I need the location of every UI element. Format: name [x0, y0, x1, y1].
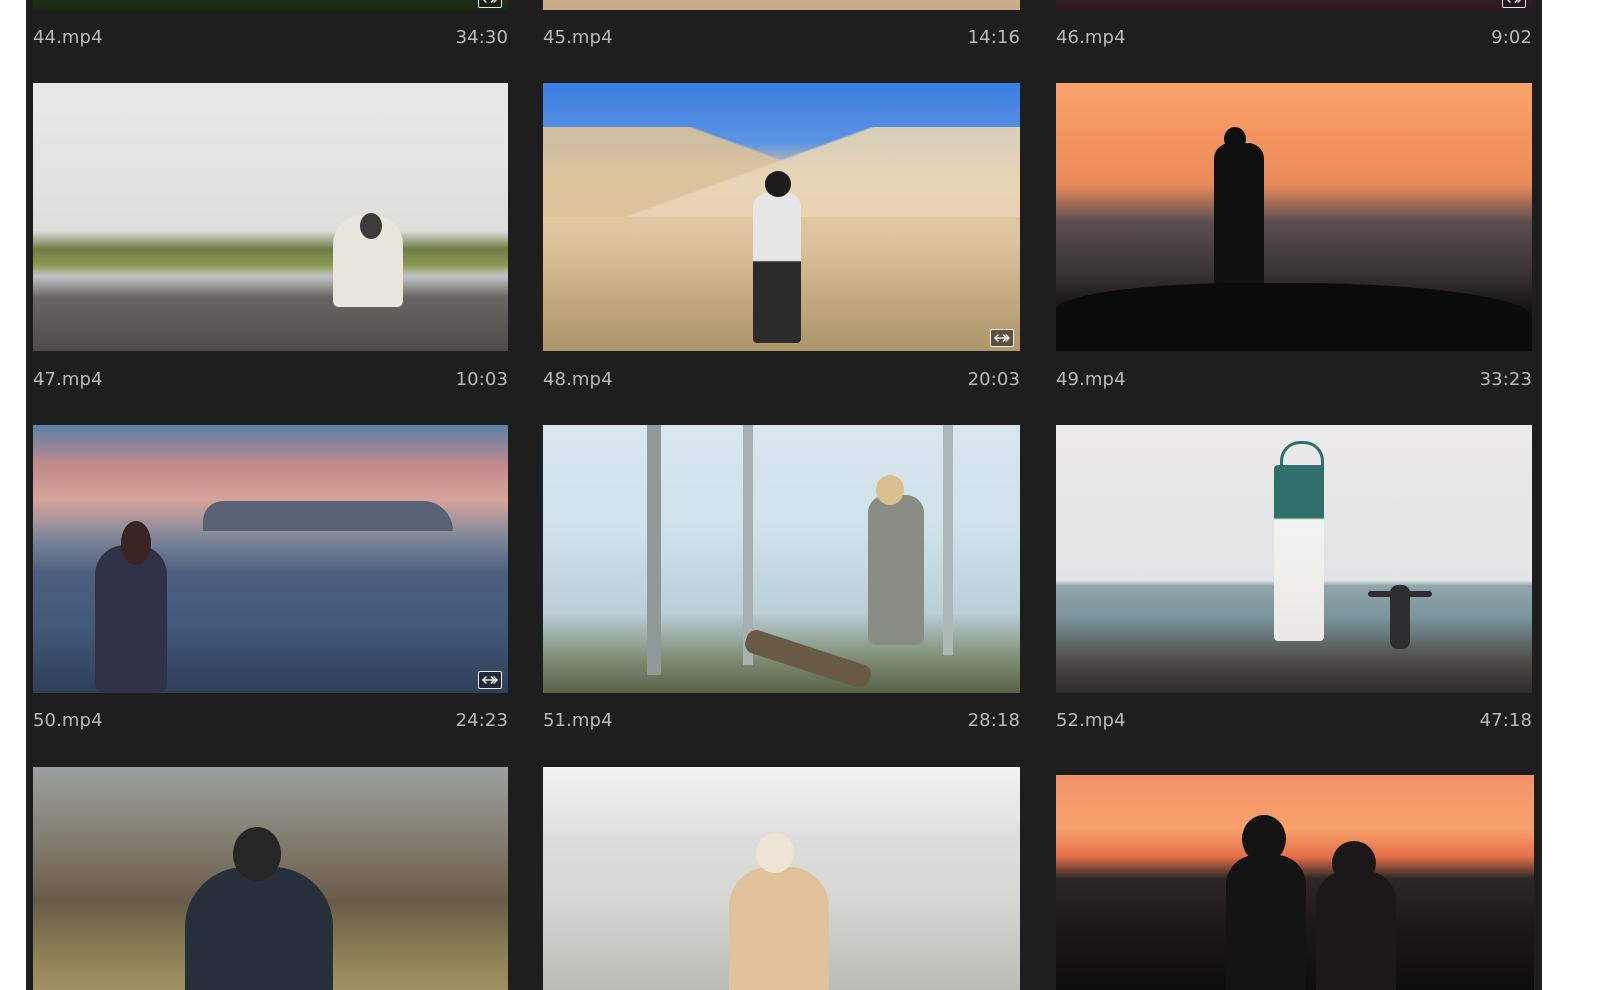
person-figure	[729, 867, 829, 990]
clip-name[interactable]: 44.mp4	[33, 27, 103, 48]
clip-thumbnail[interactable]	[543, 425, 1020, 693]
person-figure	[185, 867, 333, 990]
person-head	[121, 521, 151, 565]
person-head	[876, 475, 904, 505]
person-head	[233, 827, 281, 881]
clip-thumbnail[interactable]	[33, 767, 508, 990]
clip-name[interactable]: 51.mp4	[543, 710, 613, 731]
person-figure	[868, 495, 924, 645]
person-head	[756, 833, 794, 873]
lighthouse-lantern	[1280, 441, 1324, 470]
clip-caption: 48.mp4 20:03	[543, 369, 1020, 393]
clip-caption: 45.mp4 14:16	[543, 27, 1020, 51]
media-bin-panel: 44.mp4 34:30 45.mp4 14:16 46.mp4 9:02 47…	[26, 0, 1542, 990]
rock-silhouette	[1056, 283, 1532, 351]
clip-thumbnail[interactable]	[543, 83, 1020, 351]
person-figure	[95, 545, 167, 693]
tree-trunk	[743, 425, 753, 665]
person-silhouette	[1316, 871, 1396, 990]
person-silhouette	[1226, 855, 1306, 990]
clip-duration: 10:03	[455, 369, 508, 390]
clip-thumbnail[interactable]	[33, 0, 508, 10]
clip-thumbnail[interactable]	[1056, 0, 1532, 10]
clip-thumbnail[interactable]	[33, 425, 508, 693]
clip-duration: 28:18	[967, 710, 1020, 731]
person-silhouette	[1214, 143, 1264, 293]
log	[742, 627, 874, 691]
person-head	[1224, 127, 1246, 151]
clip-thumbnail[interactable]	[543, 0, 1020, 10]
clip-caption: 50.mp4 24:23	[33, 710, 508, 734]
clip-thumbnail[interactable]	[1056, 425, 1532, 693]
clip-thumbnail[interactable]	[543, 767, 1020, 990]
person-arms	[1368, 591, 1432, 597]
clip-duration: 9:02	[1491, 27, 1532, 48]
clip-name[interactable]: 48.mp4	[543, 369, 613, 390]
clip-name[interactable]: 47.mp4	[33, 369, 103, 390]
person-figure	[753, 193, 801, 343]
speed-ramp-icon	[478, 671, 502, 689]
person-head	[360, 213, 382, 239]
clip-caption: 46.mp4 9:02	[1056, 27, 1532, 51]
clip-duration: 20:03	[967, 369, 1020, 390]
speed-ramp-icon	[1502, 0, 1526, 8]
speed-ramp-icon	[990, 329, 1014, 347]
person-head	[1332, 841, 1376, 885]
clip-duration: 34:30	[455, 27, 508, 48]
clip-duration: 47:18	[1479, 710, 1532, 731]
clip-name[interactable]: 49.mp4	[1056, 369, 1126, 390]
clip-name[interactable]: 52.mp4	[1056, 710, 1126, 731]
clip-thumbnail[interactable]	[1056, 83, 1532, 351]
clip-caption: 44.mp4 34:30	[33, 27, 508, 51]
clip-name[interactable]: 46.mp4	[1056, 27, 1126, 48]
clip-duration: 14:16	[967, 27, 1020, 48]
lighthouse	[1274, 465, 1324, 641]
clip-caption: 51.mp4 28:18	[543, 710, 1020, 734]
person-head	[1242, 815, 1286, 863]
clip-caption: 52.mp4 47:18	[1056, 710, 1532, 734]
clip-thumbnail[interactable]	[1056, 775, 1534, 990]
clip-caption: 49.mp4 33:23	[1056, 369, 1532, 393]
person-head	[765, 171, 791, 197]
mountain-silhouette	[203, 501, 453, 531]
clip-duration: 24:23	[455, 710, 508, 731]
speed-ramp-icon	[478, 0, 502, 8]
clip-duration: 33:23	[1479, 369, 1532, 390]
tree-trunk	[647, 425, 661, 675]
clip-name[interactable]: 50.mp4	[33, 710, 103, 731]
clip-caption: 47.mp4 10:03	[33, 369, 508, 393]
clip-thumbnail[interactable]	[33, 83, 508, 351]
clip-name[interactable]: 45.mp4	[543, 27, 613, 48]
tree-trunk	[943, 425, 953, 655]
